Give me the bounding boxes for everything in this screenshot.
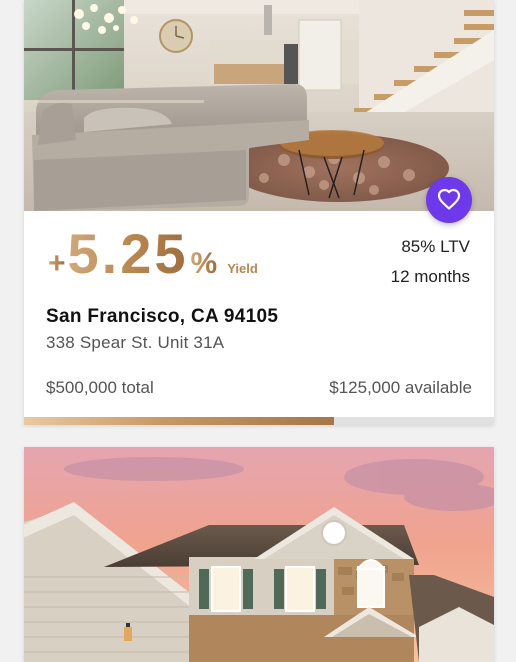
funding-progress-bar xyxy=(24,417,494,425)
yield-value: 5.25 xyxy=(67,222,189,285)
yield-unit: % xyxy=(190,247,218,280)
suburban-house-photo xyxy=(24,447,494,662)
heart-outline-icon xyxy=(437,188,461,213)
loan-terms: 85% LTV 12 months xyxy=(391,232,470,292)
available-amount: $125,000 available xyxy=(329,378,472,397)
yield-label: Yield xyxy=(227,261,258,276)
total-amount: $500,000 total xyxy=(46,378,154,397)
favorite-button[interactable] xyxy=(426,177,472,223)
listing-card[interactable] xyxy=(24,447,494,662)
yield-sign: + xyxy=(48,247,66,280)
funding-progress-fill xyxy=(24,417,335,425)
city-line: San Francisco, CA 94105 xyxy=(46,306,279,327)
ltv-label: 85% LTV xyxy=(401,237,470,256)
listing-card[interactable]: + 5.25 % Yield 85% LTV 12 months San Fra… xyxy=(24,0,494,425)
living-room-photo xyxy=(24,0,494,211)
street-address: 338 Spear St. Unit 31A xyxy=(46,333,225,352)
term-label: 12 months xyxy=(390,267,470,286)
yield-figure: + 5.25 % Yield xyxy=(48,226,258,282)
